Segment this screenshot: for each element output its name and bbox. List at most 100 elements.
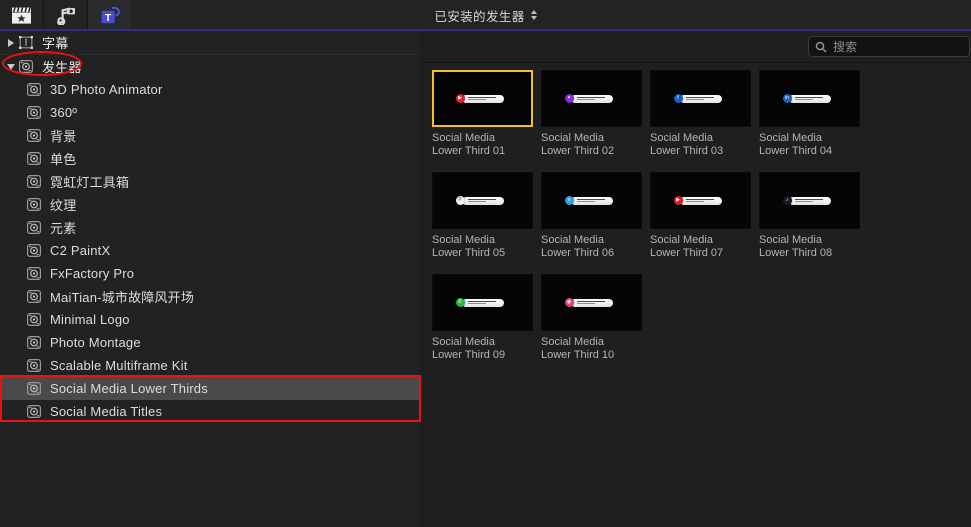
generator-icon xyxy=(26,336,42,350)
sidebar-item[interactable]: C2 PaintX xyxy=(0,239,420,262)
generator-cell[interactable]: P Social Media Lower Third 05 xyxy=(432,172,541,260)
generator-cell[interactable]: ▶ Social Media Lower Third 01 xyxy=(432,70,541,158)
generator-caption-line-2: Lower Third 03 xyxy=(650,145,724,157)
search-field[interactable] xyxy=(808,36,970,57)
clapperboard-star-icon-button[interactable] xyxy=(0,0,43,30)
generator-icon xyxy=(26,313,42,327)
generator-caption: Social Media Lower Third 08 xyxy=(759,234,860,260)
generator-icon xyxy=(26,221,42,235)
lower-third-preview: v xyxy=(564,196,613,205)
sidebar-item[interactable]: Social Media Titles xyxy=(0,400,420,423)
generator-caption-line-2: Lower Third 07 xyxy=(650,247,724,259)
generator-icon xyxy=(26,198,42,212)
lower-third-text-bar xyxy=(788,196,831,205)
generator-thumbnail[interactable]: ▶ xyxy=(432,70,533,127)
generator-thumbnail[interactable]: ♪ xyxy=(759,172,860,229)
social-platform-badge-icon: ▶ xyxy=(455,94,465,103)
generator-cell[interactable]: ▶ Social Media Lower Third 07 xyxy=(650,172,759,260)
generator-caption: Social Media Lower Third 10 xyxy=(541,336,642,362)
generator-thumbnail[interactable]: ✦ xyxy=(541,70,642,127)
generator-icon xyxy=(26,175,42,189)
lower-third-text-bar xyxy=(570,298,613,307)
generator-caption-line-1: Social Media xyxy=(432,336,495,348)
social-platform-badge-icon: ♪ xyxy=(782,196,792,205)
chevron-down-icon[interactable] xyxy=(4,63,18,70)
sidebar-item[interactable]: 元素 xyxy=(0,216,420,239)
social-platform-badge-icon: ✆ xyxy=(455,298,465,307)
sidebar-item[interactable]: 3D Photo Animator xyxy=(0,78,420,101)
generator-caption-line-2: Lower Third 04 xyxy=(759,145,833,157)
sidebar-item-label: Social Media Titles xyxy=(50,404,163,419)
generator-thumbnail-grid[interactable]: ▶ Social Media Lower Third 01 ✦ Social Media… xyxy=(421,64,971,527)
generator-thumbnail[interactable]: ✆ xyxy=(432,274,533,331)
generator-cell[interactable]: ✆ Social Media Lower Third 09 xyxy=(432,274,541,362)
sidebar-item-label: 3D Photo Animator xyxy=(50,82,163,97)
sidebar-item-label: 360º xyxy=(50,105,78,120)
sidebar-item-label: Minimal Logo xyxy=(50,312,130,327)
sidebar-item[interactable]: 单色 xyxy=(0,147,420,170)
browser-panel: ▶Social MediaLower Third 01✦Social Media… xyxy=(421,31,971,527)
generator-cell[interactable]: f Social Media Lower Third 03 xyxy=(650,70,759,158)
generator-caption-line-2: Lower Third 01 xyxy=(432,145,506,157)
generator-thumbnail[interactable]: v xyxy=(541,172,642,229)
sidebar-item-label: 背景 xyxy=(50,129,77,144)
generator-thumbnail[interactable]: ◉ xyxy=(541,274,642,331)
generator-caption-line-1: Social Media xyxy=(650,132,713,144)
sidebar-item[interactable]: Minimal Logo xyxy=(0,308,420,331)
lower-third-preview: ♪ xyxy=(782,196,831,205)
sidebar-item[interactable]: Scalable Multiframe Kit xyxy=(0,354,420,377)
lower-third-preview: in xyxy=(782,94,831,103)
generator-caption: Social Media Lower Third 02 xyxy=(541,132,642,158)
chevron-right-icon[interactable] xyxy=(4,38,18,47)
lower-third-text-bar xyxy=(679,94,722,103)
sidebar-item-label: MaiTian-城市故障风开场 xyxy=(50,290,195,305)
chevron-up-down-icon[interactable] xyxy=(530,10,537,20)
sidebar[interactable]: I 字幕发生器 3D Photo Animator 360º 背景单色霓虹灯工具箱纹理元… xyxy=(0,31,420,527)
generator-thumbnail[interactable]: ▶ xyxy=(650,172,751,229)
sidebar-item[interactable]: MaiTian-城市故障风开场 xyxy=(0,285,420,308)
sidebar-item[interactable]: 背景 xyxy=(0,124,420,147)
social-platform-badge-icon: ◉ xyxy=(564,298,574,307)
lower-third-text-bar xyxy=(679,196,722,205)
generator-caption: Social Media Lower Third 01 xyxy=(432,132,533,158)
panel-header xyxy=(421,31,971,63)
generator-caption-line-1: Social Media xyxy=(759,132,822,144)
generator-caption-line-1: Social Media xyxy=(432,234,495,246)
generator-thumbnail[interactable]: f xyxy=(650,70,751,127)
sidebar-item[interactable]: 360º xyxy=(0,101,420,124)
generator-cell[interactable]: in Social Media Lower Third 04 xyxy=(759,70,868,158)
generator-cell[interactable]: v Social Media Lower Third 06 xyxy=(541,172,650,260)
generator-icon xyxy=(26,290,42,304)
svg-text:T: T xyxy=(104,11,111,23)
sidebar-group-label: 发生器 xyxy=(42,60,82,75)
sidebar-item-label: 霓虹灯工具箱 xyxy=(50,175,130,190)
generator-thumbnail[interactable]: in xyxy=(759,70,860,127)
window-title-selector[interactable]: 已安装的发生器 xyxy=(0,0,971,30)
generator-cell[interactable]: ✦ Social Media Lower Third 02 xyxy=(541,70,650,158)
generator-thumbnail[interactable]: P xyxy=(432,172,533,229)
final-cut-pro-generators-browser: T 已安装的发生器 I 字幕发生器 3D Photo Animator 360º 背景单… xyxy=(0,0,971,527)
search-input[interactable] xyxy=(833,39,963,54)
sidebar-item-label: Scalable Multiframe Kit xyxy=(50,358,188,373)
generator-cell[interactable]: ◉ Social Media Lower Third 10 xyxy=(541,274,650,362)
lower-third-preview: P xyxy=(455,196,504,205)
sidebar-item[interactable]: FxFactory Pro xyxy=(0,262,420,285)
lower-third-preview: ▶ xyxy=(673,196,722,205)
generator-icon xyxy=(26,244,42,258)
sidebar-group-generators[interactable]: 发生器 xyxy=(0,55,420,78)
generator-caption-line-1: Social Media xyxy=(650,234,713,246)
sidebar-group-titles[interactable]: I 字幕 xyxy=(0,31,420,54)
music-photo-icon-button[interactable] xyxy=(44,0,87,30)
sidebar-item[interactable]: 纹理 xyxy=(0,193,420,216)
sidebar-item[interactable]: 霓虹灯工具箱 xyxy=(0,170,420,193)
generator-icon xyxy=(26,267,42,281)
generator-icon xyxy=(18,60,34,74)
blue-title-t-icon-button[interactable]: T xyxy=(88,0,131,30)
lower-third-preview: f xyxy=(673,94,722,103)
sidebar-item[interactable]: Photo Montage xyxy=(0,331,420,354)
sidebar-item[interactable]: Social Media Lower Thirds xyxy=(0,377,420,400)
generator-icon xyxy=(26,359,42,373)
generator-cell[interactable]: ♪ Social Media Lower Third 08 xyxy=(759,172,868,260)
generator-caption: Social Media Lower Third 04 xyxy=(759,132,860,158)
generator-caption: Social Media Lower Third 06 xyxy=(541,234,642,260)
